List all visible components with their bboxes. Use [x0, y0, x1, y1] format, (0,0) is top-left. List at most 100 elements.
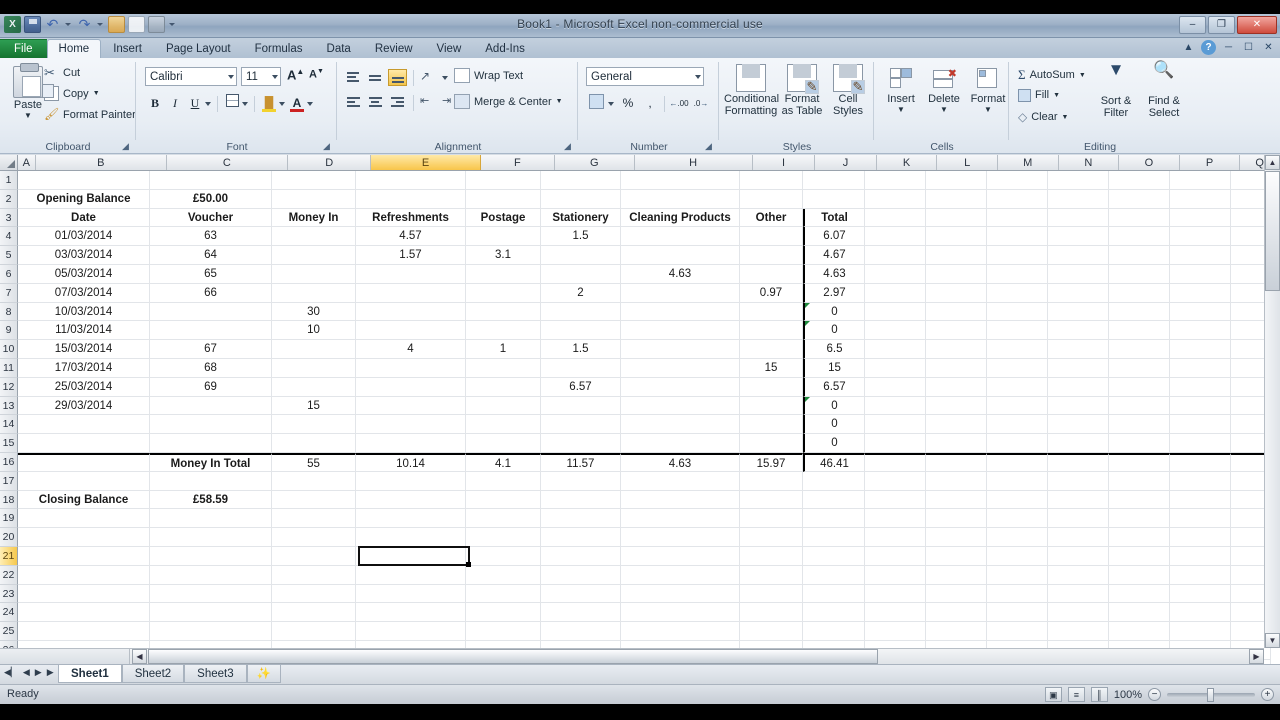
page-layout-view-button[interactable]: ≡ [1067, 687, 1085, 702]
cell-O3[interactable] [1109, 208, 1170, 228]
cell-N23[interactable] [1048, 584, 1109, 604]
cell-L23[interactable] [926, 584, 987, 604]
cell-O10[interactable] [1109, 340, 1170, 359]
cell-L4[interactable] [926, 227, 987, 247]
cell-J22[interactable] [803, 565, 865, 585]
cell-H14[interactable] [621, 415, 740, 435]
column-header-M[interactable]: M [997, 155, 1059, 170]
cell-J21[interactable] [803, 546, 865, 566]
cell-O17[interactable] [1109, 471, 1170, 491]
sheet-tab-sheet1[interactable]: Sheet1 [58, 665, 122, 683]
tab-formulas[interactable]: Formulas [243, 39, 315, 58]
cell-M20[interactable] [987, 528, 1048, 547]
cell-C8[interactable] [150, 302, 272, 322]
cell-N1[interactable] [1048, 171, 1109, 190]
cell-J13[interactable]: 0 [803, 396, 865, 416]
cell-P19[interactable] [1170, 509, 1231, 529]
fill-button[interactable]: Fill ▼ [1018, 86, 1060, 104]
cell-D22[interactable] [272, 565, 356, 585]
cell-E20[interactable] [356, 528, 466, 547]
cell-P21[interactable] [1170, 546, 1231, 566]
cell-F6[interactable] [466, 264, 541, 284]
cell-L19[interactable] [926, 509, 987, 529]
cell-D16[interactable]: 55 [272, 452, 356, 472]
row-header-2[interactable]: 2 [0, 189, 18, 209]
cell-E5[interactable]: 1.57 [356, 246, 466, 265]
cell-F2[interactable] [466, 189, 541, 209]
insert-cells-button[interactable]: Insert ▼ [881, 66, 921, 114]
cell-D7[interactable] [272, 283, 356, 303]
cell-M18[interactable] [987, 490, 1048, 510]
scroll-right-button[interactable]: ▶ [1249, 649, 1264, 664]
cell-N15[interactable] [1048, 434, 1109, 453]
sheet-tab-sheet3[interactable]: Sheet3 [184, 665, 247, 683]
cell-C13[interactable] [150, 396, 272, 416]
row-header-19[interactable]: 19 [0, 509, 18, 529]
tab-data[interactable]: Data [315, 39, 363, 58]
delete-cells-button[interactable]: ✖ Delete ▼ [923, 66, 965, 114]
cell-P23[interactable] [1170, 584, 1231, 604]
cell-B9[interactable]: 11/03/2014 [18, 321, 150, 341]
next-sheet-button[interactable]: ▶ [35, 667, 42, 678]
conditional-formatting-button[interactable]: Conditional Formatting [724, 64, 779, 117]
cell-H1[interactable] [621, 171, 740, 190]
cell-K17[interactable] [865, 471, 926, 491]
cell-F12[interactable] [466, 377, 541, 397]
cell-K21[interactable] [865, 546, 926, 566]
cell-J18[interactable] [803, 490, 865, 510]
cell-E10[interactable]: 4 [356, 340, 466, 359]
cell-H16[interactable]: 4.63 [621, 452, 740, 472]
cell-L17[interactable] [926, 471, 987, 491]
cell-H23[interactable] [621, 584, 740, 604]
cell-L12[interactable] [926, 377, 987, 397]
cell-J17[interactable] [803, 471, 865, 491]
cell-G23[interactable] [541, 584, 621, 604]
autosum-button[interactable]: Σ AutoSum ▼ [1018, 66, 1086, 84]
cell-J4[interactable]: 6.07 [803, 227, 865, 247]
column-header-I[interactable]: I [752, 155, 816, 170]
cell-N22[interactable] [1048, 565, 1109, 585]
cell-M25[interactable] [987, 622, 1048, 641]
delete-cells-dropdown-icon[interactable]: ▼ [923, 105, 965, 114]
cell-B6[interactable]: 05/03/2014 [18, 264, 150, 284]
cell-D23[interactable] [272, 584, 356, 604]
row-header-18[interactable]: 18 [0, 490, 18, 510]
cell-K9[interactable] [865, 321, 926, 341]
italic-button[interactable]: I [165, 94, 185, 113]
cell-P5[interactable] [1170, 246, 1231, 265]
cell-L22[interactable] [926, 565, 987, 585]
cell-J24[interactable] [803, 603, 865, 623]
cell-C25[interactable] [150, 622, 272, 641]
cell-K19[interactable] [865, 509, 926, 529]
cell-styles-button[interactable]: Cell Styles [826, 64, 870, 117]
cell-D19[interactable] [272, 509, 356, 529]
row-header-20[interactable]: 20 [0, 528, 18, 547]
cell-C17[interactable] [150, 471, 272, 491]
cell-C7[interactable]: 66 [150, 283, 272, 303]
cell-J7[interactable]: 2.97 [803, 283, 865, 303]
cell-K2[interactable] [865, 189, 926, 209]
cell-C14[interactable] [150, 415, 272, 435]
cell-N18[interactable] [1048, 490, 1109, 510]
cell-I15[interactable] [740, 434, 803, 453]
cell-P6[interactable] [1170, 264, 1231, 284]
font-color-button[interactable]: A [287, 94, 307, 113]
cell-K8[interactable] [865, 302, 926, 322]
cell-F8[interactable] [466, 302, 541, 322]
format-cells-button[interactable]: Format ▼ [967, 66, 1009, 114]
cell-D18[interactable] [272, 490, 356, 510]
cell-E25[interactable] [356, 622, 466, 641]
font-name-input[interactable]: Calibri [145, 67, 237, 86]
cell-N14[interactable] [1048, 415, 1109, 435]
tab-file[interactable]: File [0, 39, 47, 58]
cell-G6[interactable] [541, 264, 621, 284]
cell-J15[interactable]: 0 [803, 434, 865, 453]
cell-D15[interactable] [272, 434, 356, 453]
cell-P24[interactable] [1170, 603, 1231, 623]
cell-M7[interactable] [987, 283, 1048, 303]
cell-M21[interactable] [987, 546, 1048, 566]
align-top-button[interactable] [344, 69, 363, 86]
column-header-A[interactable]: A [17, 155, 36, 170]
clear-dropdown-icon[interactable]: ▼ [1062, 114, 1069, 121]
cell-I23[interactable] [740, 584, 803, 604]
